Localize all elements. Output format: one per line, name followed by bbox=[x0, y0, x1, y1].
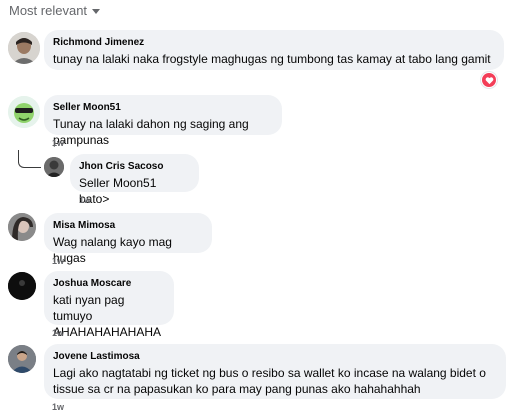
comment-text-line: tissue sa cr na papasukan ko para may pa… bbox=[53, 382, 421, 396]
comment-bubble: Seller Moon51 Tunay na lalaki dahon ng s… bbox=[44, 95, 282, 147]
comment-timestamp[interactable]: 1w bbox=[52, 138, 64, 148]
reply-thread-line bbox=[18, 150, 41, 168]
comment-bubble: Misa Mimosa Wag nalang kayo mag hugas bbox=[44, 213, 212, 265]
comment-bubble: Jhon Cris Sacoso Seller Moon51 bato> bbox=[70, 154, 199, 206]
avatar[interactable] bbox=[8, 213, 36, 241]
comment-author[interactable]: Jovene Lastimosa bbox=[53, 350, 497, 363]
avatar[interactable] bbox=[8, 272, 36, 300]
comment-text-line: kati nyan pag tumuyo bbox=[53, 293, 125, 323]
comment-bubble: Jovene Lastimosa Lagi ako nagtatabi ng t… bbox=[44, 344, 506, 399]
avatar[interactable] bbox=[44, 157, 64, 177]
comment-text-line: Lagi ako nagtatabi ng ticket ng bus o re… bbox=[53, 366, 486, 380]
comment-bubble: Joshua Moscare kati nyan pag tumuyo AHAH… bbox=[44, 271, 174, 339]
comment-bubble: Richmond Jimenez tunay na lalaki naka fr… bbox=[44, 30, 504, 70]
comment-timestamp[interactable]: 1w bbox=[52, 256, 64, 266]
avatar[interactable] bbox=[8, 345, 36, 373]
comment-author[interactable]: Joshua Moscare bbox=[53, 277, 165, 290]
chevron-down-icon bbox=[92, 9, 101, 14]
comment-text: Tunay na lalaki dahon ng saging ang pamp… bbox=[53, 117, 249, 147]
sort-label: Most relevant bbox=[9, 3, 88, 18]
comment-author[interactable]: Richmond Jimenez bbox=[53, 36, 495, 49]
comment-author[interactable]: Misa Mimosa bbox=[53, 219, 203, 232]
comment-text: Wag nalang kayo mag hugas bbox=[53, 235, 172, 265]
comment-text: Seller Moon51 bato> bbox=[79, 176, 157, 206]
sort-dropdown[interactable]: Most relevant bbox=[9, 3, 101, 18]
comment-text-line: AHAHAHAHAHAHA bbox=[53, 325, 162, 339]
comment-text: tunay na lalaki naka frogstyle maghugas … bbox=[53, 52, 491, 66]
comment-author[interactable]: Seller Moon51 bbox=[53, 101, 273, 114]
avatar[interactable] bbox=[8, 32, 40, 64]
comment-timestamp[interactable]: 1w bbox=[52, 402, 64, 412]
comment-timestamp[interactable]: 1w bbox=[79, 195, 91, 205]
comment-timestamp[interactable]: 1w bbox=[52, 328, 64, 338]
avatar[interactable] bbox=[8, 96, 40, 128]
heart-icon[interactable] bbox=[481, 72, 497, 88]
comment-author[interactable]: Jhon Cris Sacoso bbox=[79, 160, 190, 173]
